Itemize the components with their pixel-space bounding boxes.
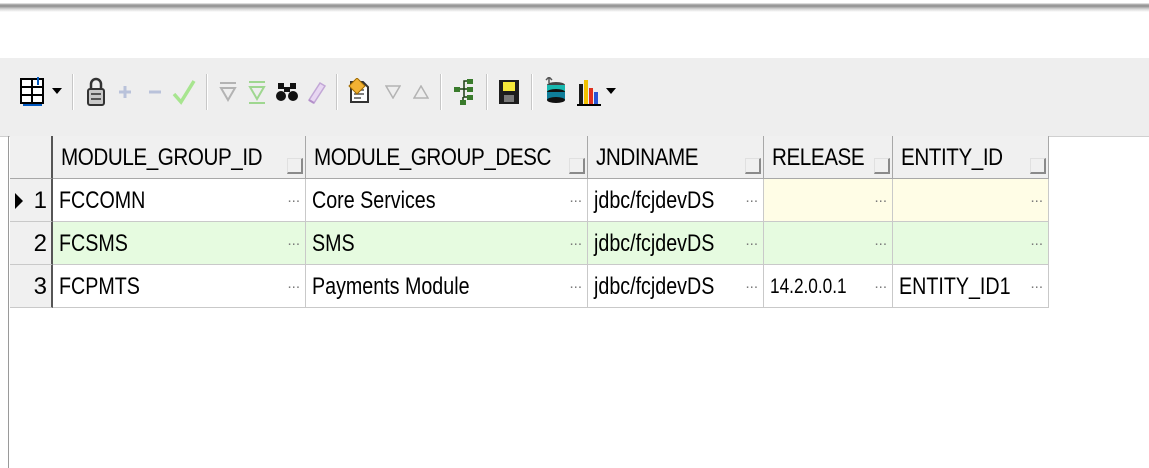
- sort-button[interactable]: [287, 158, 303, 174]
- ellipsis-button[interactable]: ...: [745, 222, 758, 260]
- row-number: 1: [33, 187, 47, 214]
- query-by-example-icon[interactable]: [345, 72, 375, 112]
- row-number-cell[interactable]: 3: [10, 265, 53, 308]
- ellipsis-button[interactable]: ...: [287, 265, 300, 303]
- cell-release[interactable]: ...: [764, 222, 893, 265]
- save-disk-icon[interactable]: [495, 72, 523, 112]
- ellipsis-button[interactable]: ...: [874, 265, 887, 303]
- ellipsis-button[interactable]: ...: [1030, 222, 1043, 260]
- row-number-cell[interactable]: 2: [10, 222, 53, 265]
- column-header-label: ENTITY_ID: [901, 144, 1003, 171]
- toolbar-separator: [531, 74, 533, 110]
- toolbar-separator: [72, 74, 74, 110]
- column-header-jndiname[interactable]: JNDINAME: [588, 136, 764, 179]
- sort-descending-icon[interactable]: [382, 72, 404, 112]
- cell-entity-id[interactable]: ...: [893, 179, 1049, 222]
- ellipsis-button[interactable]: ...: [874, 179, 887, 217]
- current-row-marker-icon: [15, 193, 23, 209]
- chart-icon[interactable]: [575, 72, 603, 112]
- cell-value: ENTITY_ID1: [899, 273, 1011, 300]
- grid-toolbar: [0, 58, 1149, 137]
- cell-module-group-id[interactable]: FCPMTS ...: [53, 265, 306, 308]
- ellipsis-button[interactable]: ...: [569, 265, 582, 303]
- tree-structure-icon[interactable]: [450, 72, 478, 112]
- row-number: 3: [33, 273, 47, 300]
- sort-button[interactable]: [1030, 158, 1046, 174]
- cell-entity-id[interactable]: ...: [893, 222, 1049, 265]
- column-header-entity-id[interactable]: ENTITY_ID: [893, 136, 1049, 179]
- column-header-release[interactable]: RELEASE: [764, 136, 893, 179]
- grid-left-border: [8, 136, 9, 468]
- toolbar-separator: [336, 74, 338, 110]
- cell-module-group-id[interactable]: FCCOMN ...: [53, 179, 306, 222]
- cell-module-group-id[interactable]: FCSMS ...: [53, 222, 306, 265]
- ellipsis-button[interactable]: ...: [745, 179, 758, 217]
- window-top-border: [0, 0, 1149, 14]
- filter-icon[interactable]: [216, 72, 240, 112]
- cell-value: FCSMS: [59, 230, 128, 257]
- cell-module-group-desc[interactable]: Core Services ...: [306, 179, 588, 222]
- toolbar-separator: [440, 74, 442, 110]
- column-header-module-group-desc[interactable]: MODULE_GROUP_DESC: [306, 136, 588, 179]
- cell-value: Payments Module: [312, 273, 470, 300]
- cell-value: jdbc/fcjdevDS: [594, 230, 715, 257]
- lock-icon[interactable]: [82, 72, 110, 112]
- toolbar-separator: [206, 74, 208, 110]
- cell-release[interactable]: ...: [764, 179, 893, 222]
- ellipsis-button[interactable]: ...: [569, 222, 582, 260]
- delete-row-icon[interactable]: [143, 72, 167, 112]
- cell-module-group-desc[interactable]: SMS ...: [306, 222, 588, 265]
- row-number: 2: [33, 230, 47, 257]
- column-header-label: RELEASE: [772, 144, 865, 171]
- cell-value: jdbc/fcjdevDS: [594, 273, 715, 300]
- cell-value: Core Services: [312, 187, 436, 214]
- cell-value: SMS: [312, 230, 355, 257]
- cell-module-group-desc[interactable]: Payments Module ...: [306, 265, 588, 308]
- cell-jndiname[interactable]: jdbc/fcjdevDS ...: [588, 265, 764, 308]
- post-changes-check-icon[interactable]: [170, 72, 198, 112]
- sort-button[interactable]: [874, 158, 890, 174]
- export-database-icon[interactable]: [540, 72, 570, 112]
- cell-jndiname[interactable]: jdbc/fcjdevDS ...: [588, 179, 764, 222]
- cell-jndiname[interactable]: jdbc/fcjdevDS ...: [588, 222, 764, 265]
- ellipsis-button[interactable]: ...: [1030, 179, 1043, 217]
- column-header-module-group-id[interactable]: MODULE_GROUP_ID: [53, 136, 306, 179]
- cell-value: 14.2.0.0.1: [770, 275, 847, 298]
- find-binoculars-icon[interactable]: [273, 72, 301, 112]
- ellipsis-button[interactable]: ...: [745, 265, 758, 303]
- ellipsis-button[interactable]: ...: [1030, 265, 1043, 303]
- cell-value: FCPMTS: [59, 273, 140, 300]
- sort-button[interactable]: [569, 158, 585, 174]
- dropdown-arrow-icon[interactable]: [50, 72, 64, 112]
- cell-release[interactable]: 14.2.0.0.1 ...: [764, 265, 893, 308]
- column-header-label: MODULE_GROUP_ID: [61, 144, 263, 171]
- row-number-cell[interactable]: 1: [10, 179, 53, 222]
- toolbar-separator: [486, 74, 488, 110]
- column-header-label: MODULE_GROUP_DESC: [314, 144, 551, 171]
- clear-filter-icon[interactable]: [245, 72, 269, 112]
- cell-value: jdbc/fcjdevDS: [594, 187, 715, 214]
- cell-value: FCCOMN: [59, 187, 146, 214]
- sort-button[interactable]: [745, 158, 761, 174]
- cell-entity-id[interactable]: ENTITY_ID1 ...: [893, 265, 1049, 308]
- column-header-label: JNDINAME: [596, 144, 699, 171]
- ellipsis-button[interactable]: ...: [287, 222, 300, 260]
- clear-eraser-icon[interactable]: [303, 72, 329, 112]
- dropdown-arrow-icon[interactable]: [604, 72, 618, 112]
- ellipsis-button[interactable]: ...: [874, 222, 887, 260]
- sort-ascending-icon[interactable]: [410, 72, 432, 112]
- ellipsis-button[interactable]: ...: [569, 179, 582, 217]
- insert-row-icon[interactable]: [113, 72, 137, 112]
- ellipsis-button[interactable]: ...: [287, 179, 300, 217]
- grid-layout-icon[interactable]: [18, 72, 48, 112]
- row-header-corner: [10, 136, 53, 179]
